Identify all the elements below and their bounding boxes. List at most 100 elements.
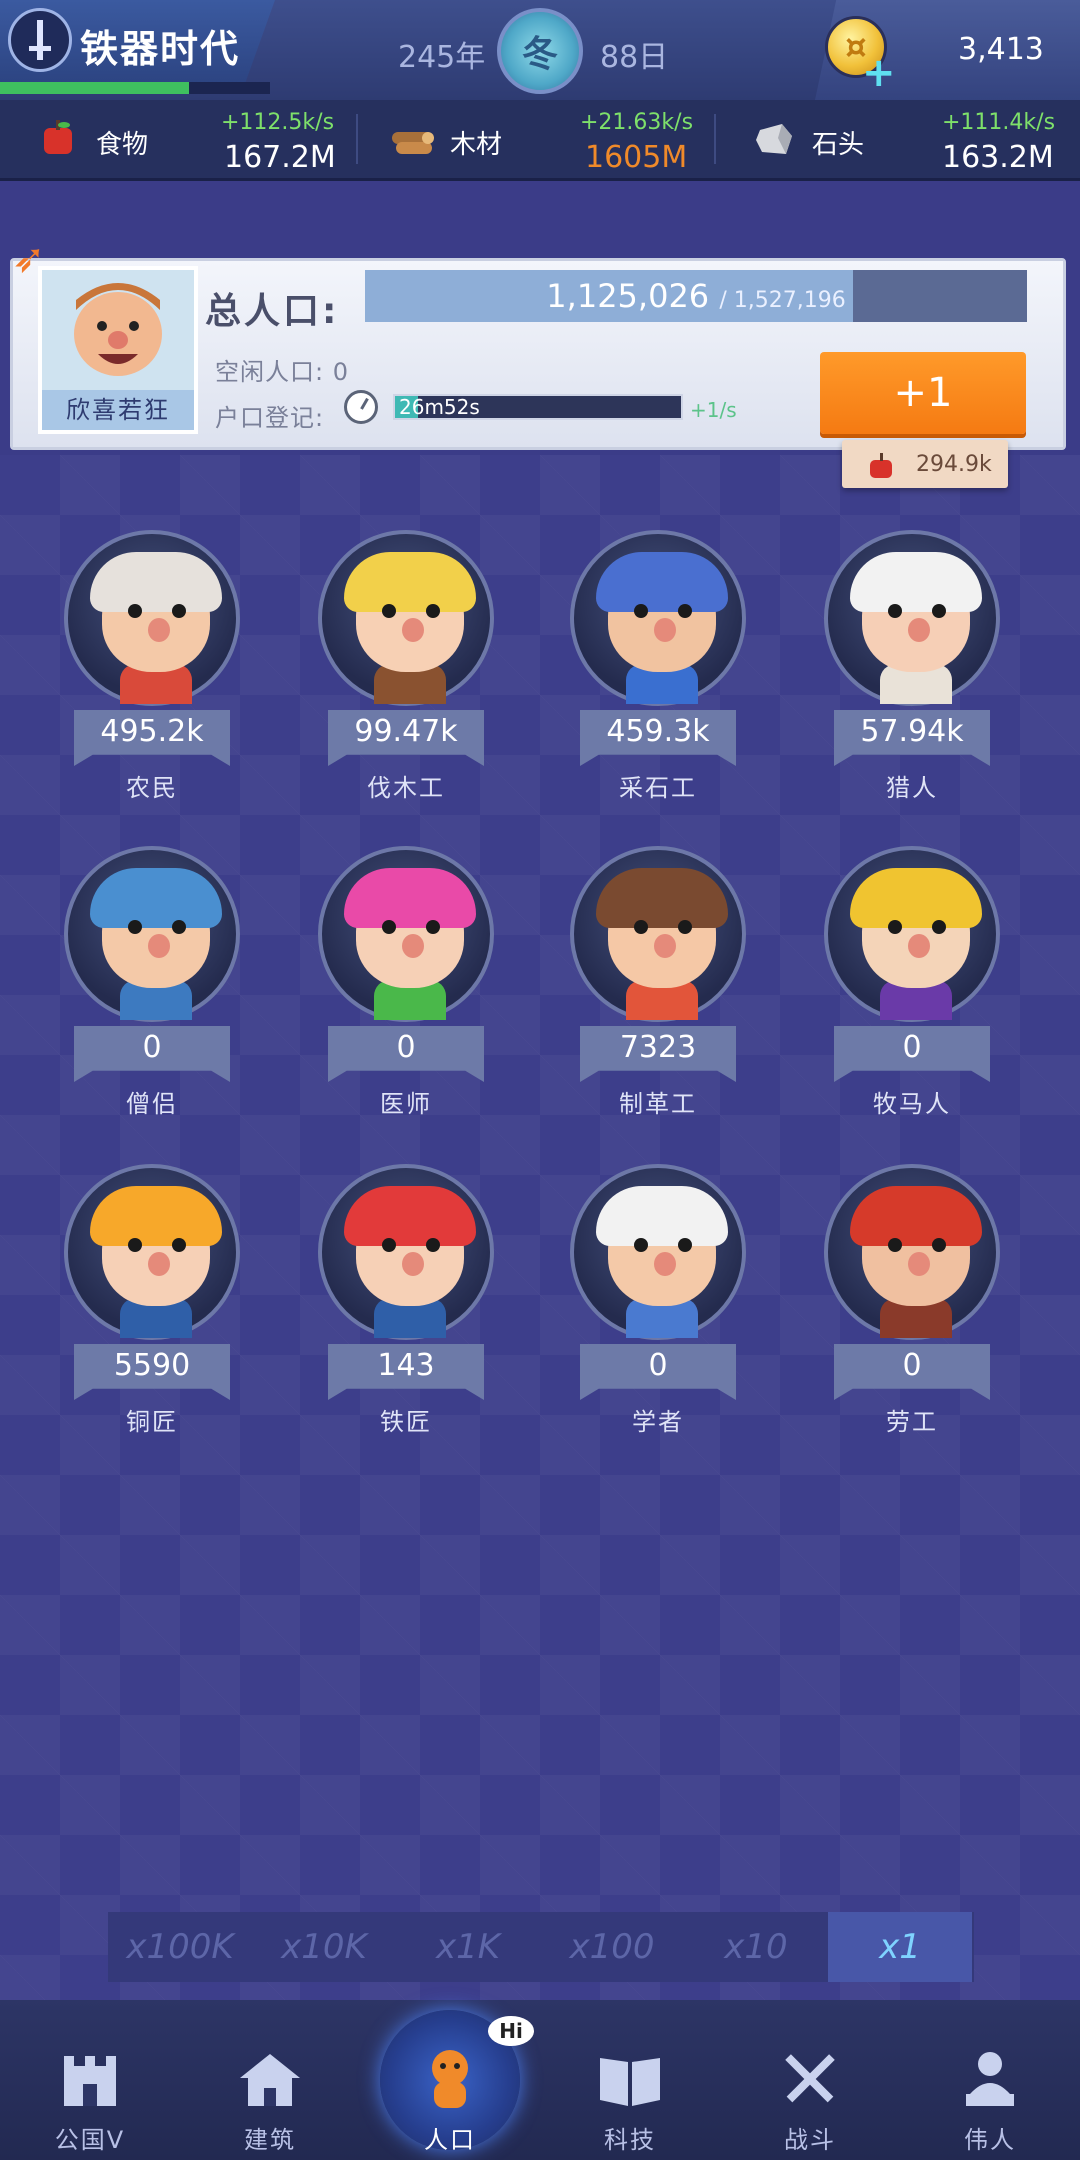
multiplier-option[interactable]: x1K: [396, 1912, 540, 1982]
resource-wood[interactable]: 木材 +21.63k/s 1605M: [390, 100, 693, 178]
era-panel[interactable]: 铁器时代: [0, 0, 275, 92]
worker-nose: [654, 1252, 676, 1276]
house-icon: [236, 2048, 304, 2110]
worker-eye: [172, 920, 186, 934]
resource-food[interactable]: 食物 +112.5k/s 167.2M: [36, 100, 336, 178]
worker-card[interactable]: 0 劳工: [812, 1144, 1012, 1444]
resource-stone[interactable]: 石头 +111.4k/s 163.2M: [752, 100, 1055, 178]
nav-item[interactable]: 建筑: [180, 2000, 360, 2160]
worker-eye: [382, 920, 396, 934]
worker-eye: [382, 604, 396, 618]
hi-badge: Hi: [488, 2016, 534, 2046]
worker-eye: [172, 604, 186, 618]
resource-amount: 163.2M: [942, 140, 1054, 175]
worker-nose: [148, 618, 170, 642]
worker-hair: [344, 868, 476, 928]
worker-hair: [344, 1186, 476, 1246]
worker-card[interactable]: 143 铁匠: [306, 1144, 506, 1444]
divider: [356, 114, 358, 164]
worker-name: 制革工: [619, 1090, 697, 1118]
happy-citizen-icon: [74, 283, 162, 376]
nav-label: 科技: [604, 2126, 656, 2154]
worker-eye: [426, 920, 440, 934]
add-coins-icon[interactable]: +: [862, 50, 896, 96]
worker-name: 猎人: [886, 774, 938, 802]
cost-value: 294.9k: [916, 452, 992, 477]
multiplier-option[interactable]: x100: [540, 1912, 684, 1982]
worker-card[interactable]: 459.3k 采石工: [558, 510, 758, 810]
worker-hair: [90, 868, 222, 928]
worker-card[interactable]: 7323 制革工: [558, 826, 758, 1126]
worker-eye: [678, 604, 692, 618]
nav-item[interactable]: 科技: [540, 2000, 720, 2160]
multiplier-option[interactable]: x10K: [252, 1912, 396, 1982]
idle-population: 空闲人口: 0: [215, 358, 349, 386]
citizen-icon: [416, 2048, 484, 2110]
nav-item[interactable]: 伟人: [900, 2000, 1080, 2160]
multiplier-option[interactable]: x10: [684, 1912, 828, 1982]
worker-hair: [90, 1186, 222, 1246]
worker-name: 牧马人: [873, 1090, 951, 1118]
worker-count: 7323: [619, 1030, 697, 1065]
worker-eye: [888, 1238, 902, 1252]
worker-nose: [148, 1252, 170, 1276]
resource-name: 石头: [812, 130, 865, 160]
wood-icon: [392, 132, 434, 154]
resource-name: 食物: [96, 130, 149, 160]
worker-avatar: [64, 530, 240, 706]
nav-item[interactable]: 战斗: [720, 2000, 900, 2160]
worker-count: 459.3k: [606, 714, 710, 749]
registration-rate: +1/s: [690, 398, 737, 422]
worker-avatar: [824, 846, 1000, 1022]
worker-nose: [654, 618, 676, 642]
worker-avatar: [824, 530, 1000, 706]
worker-hair: [850, 552, 982, 612]
worker-name: 学者: [632, 1408, 684, 1436]
worker-count: 0: [902, 1348, 922, 1383]
worker-card[interactable]: 0 医师: [306, 826, 506, 1126]
nav-item[interactable]: 公国V: [0, 2000, 180, 2160]
registration-timer: 26m52s: [399, 395, 480, 419]
registration-label: 户口登记:: [215, 404, 325, 432]
worker-nose: [402, 618, 424, 642]
worker-hair: [90, 552, 222, 612]
worker-avatar: [64, 846, 240, 1022]
era-progress-bar: [0, 82, 270, 94]
worker-nose: [908, 618, 930, 642]
worker-card[interactable]: 495.2k 农民: [52, 510, 252, 810]
worker-name: 伐木工: [367, 774, 445, 802]
worker-card[interactable]: 0 僧侣: [52, 826, 252, 1126]
population-max: / 1,527,196: [719, 288, 846, 313]
multiplier-option[interactable]: x1: [828, 1912, 972, 1982]
worker-count: 0: [396, 1030, 416, 1065]
resource-amount: 167.2M: [224, 140, 336, 175]
apple-icon: [870, 453, 892, 478]
worker-card[interactable]: 0 牧马人: [812, 826, 1012, 1126]
nav-label: 人口: [424, 2126, 476, 2154]
worker-avatar: [318, 846, 494, 1022]
coin-count: 3,413: [958, 32, 1044, 67]
worker-count: 57.94k: [860, 714, 964, 749]
worker-count: 0: [142, 1030, 162, 1065]
worker-card[interactable]: 0 学者: [558, 1144, 758, 1444]
worker-eye: [426, 604, 440, 618]
worker-eye: [128, 1238, 142, 1252]
worker-card[interactable]: 99.47k 伐木工: [306, 510, 506, 810]
season-badge[interactable]: 冬: [497, 8, 583, 94]
worker-eye: [426, 1238, 440, 1252]
worker-nose: [908, 934, 930, 958]
worker-avatar: [318, 1164, 494, 1340]
worker-card[interactable]: 5590 铜匠: [52, 1144, 252, 1444]
worker-nose: [654, 934, 676, 958]
worker-hair: [344, 552, 476, 612]
population-bar-text: 1,125,026 / 1,527,196: [365, 270, 1027, 322]
worker-name: 农民: [126, 774, 178, 802]
citizen-portrait[interactable]: 欣喜若狂: [38, 266, 198, 434]
worker-nose: [402, 934, 424, 958]
add-population-button[interactable]: +1: [820, 352, 1026, 434]
clock-icon: [344, 390, 378, 424]
resource-rate: +112.5k/s: [221, 110, 335, 135]
worker-card[interactable]: 57.94k 猎人: [812, 510, 1012, 810]
worker-hair: [596, 1186, 728, 1246]
multiplier-option[interactable]: x100K: [108, 1912, 252, 1982]
